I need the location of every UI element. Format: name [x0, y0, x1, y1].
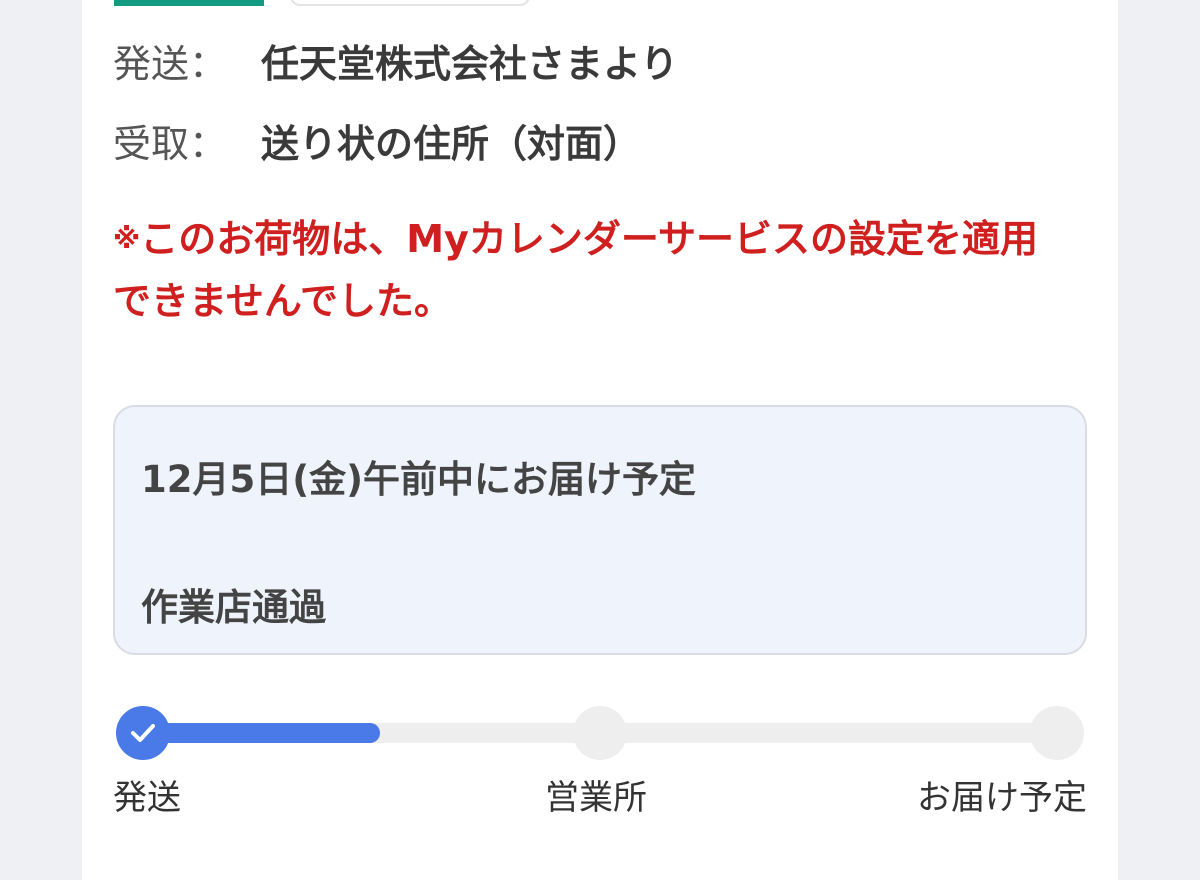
step-node-delivery: [1030, 706, 1084, 760]
active-tab-indicator: [114, 0, 264, 6]
receive-value: 送り状の住所（対面）: [261, 122, 642, 166]
sender-row: 発送： 任天堂株式会社さまより: [113, 42, 678, 86]
check-icon: [131, 724, 155, 742]
delivery-status-box: 12月5日(金)午前中にお届け予定 作業店通過: [113, 405, 1087, 655]
step-label-office: 営業所: [545, 778, 647, 818]
calendar-service-notice: ※このお荷物は、Myカレンダーサービスの設定を適用できませんでした。: [113, 208, 1073, 332]
receive-label: 受取：: [113, 122, 228, 166]
step-node-office: [573, 706, 627, 760]
step-node-shipped: [116, 706, 170, 760]
receive-row: 受取： 送り状の住所（対面）: [113, 122, 641, 166]
step-label-shipped: 発送: [113, 778, 181, 818]
notice-text: このお荷物は、Myカレンダーサービスの設定を適用できませんでした。: [113, 217, 1039, 323]
step-label-delivery: お届け予定: [917, 778, 1087, 818]
delivery-state: 作業店通過: [141, 586, 326, 629]
sender-label: 発送：: [113, 42, 228, 86]
notice-mark: ※: [113, 222, 141, 255]
secondary-tab[interactable]: [290, 0, 530, 6]
progress-fill: [142, 723, 380, 743]
sender-value: 任天堂株式会社さまより: [261, 42, 679, 86]
delivery-date: 12月5日(金)午前中にお届け予定: [141, 458, 697, 501]
